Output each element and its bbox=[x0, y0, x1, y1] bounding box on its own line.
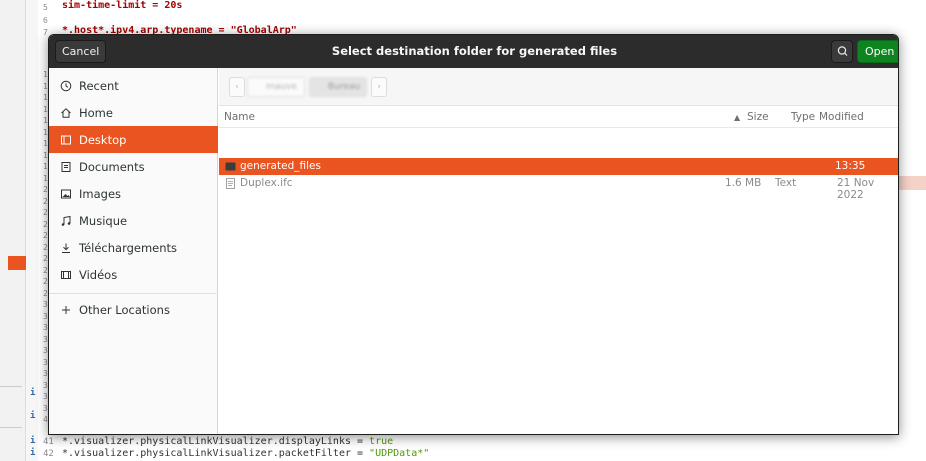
sidebar-item-videos[interactable]: Vidéos bbox=[49, 261, 218, 288]
sidebar-item-recent[interactable]: Recent bbox=[49, 72, 218, 99]
dialog-title: Select destination folder for generated … bbox=[331, 44, 618, 58]
line-number: 5 bbox=[43, 3, 48, 12]
line-number: 7 bbox=[43, 28, 48, 37]
path-segment-home[interactable]: mauve bbox=[247, 77, 305, 97]
open-button[interactable]: Open bbox=[857, 40, 898, 63]
sidebar-item-label: Other Locations bbox=[79, 302, 170, 317]
line-number: 42 bbox=[43, 449, 54, 459]
music-icon bbox=[60, 215, 72, 227]
folder-icon bbox=[225, 162, 236, 171]
column-size[interactable]: Size bbox=[747, 111, 769, 123]
file-name: generated_files bbox=[240, 160, 321, 172]
sort-ascending-icon: ▲ bbox=[734, 113, 741, 122]
info-marker-icon: i bbox=[30, 388, 36, 398]
sidebar-item-home[interactable]: Home bbox=[49, 99, 218, 126]
file-type: Text bbox=[775, 177, 797, 189]
sidebar-item-desktop[interactable]: Desktop bbox=[49, 126, 218, 153]
side-panel-controls bbox=[0, 386, 22, 428]
desktop-icon bbox=[60, 134, 72, 146]
code-line-41: *.visualizer.physicalLinkVisualizer.disp… bbox=[62, 436, 394, 447]
info-marker-icon: i bbox=[30, 448, 36, 458]
side-panel-marker bbox=[8, 256, 26, 270]
sidebar-item-label: Documents bbox=[79, 159, 145, 174]
editor-highlight-strip bbox=[896, 176, 926, 190]
search-icon bbox=[837, 46, 848, 56]
column-modified[interactable]: Modified bbox=[819, 111, 864, 123]
download-icon bbox=[60, 242, 72, 254]
column-headers: Name ▲ Size Type Modified bbox=[219, 106, 898, 128]
file-list-pane: ‹ mauve Bureau › Name ▲ Size Type Modifi… bbox=[219, 68, 898, 434]
code-line-42: *.visualizer.physicalLinkVisualizer.pack… bbox=[62, 448, 430, 459]
search-button[interactable] bbox=[831, 40, 853, 63]
document-icon bbox=[60, 161, 72, 173]
file-size: 1.6 MB bbox=[725, 177, 762, 189]
sidebar-item-label: Desktop bbox=[79, 132, 127, 147]
sidebar-item-label: Vidéos bbox=[79, 267, 118, 282]
sidebar-separator bbox=[49, 293, 218, 294]
sidebar-item-label: Home bbox=[79, 105, 113, 120]
file-chooser-dialog: Cancel Select destination folder for gen… bbox=[48, 34, 899, 435]
path-segment-current[interactable]: Bureau bbox=[309, 77, 367, 97]
sidebar-item-musique[interactable]: Musique bbox=[49, 207, 218, 234]
clock-icon bbox=[60, 80, 72, 92]
sidebar-item-label: Téléchargements bbox=[79, 240, 178, 255]
places-sidebar: Recent Home Desktop Documents Images Mus… bbox=[49, 68, 218, 434]
file-row-duplex[interactable]: Duplex.ifc 1.6 MB Text 21 Nov 2022 bbox=[219, 175, 898, 201]
image-icon bbox=[60, 188, 72, 200]
plus-icon bbox=[60, 304, 72, 316]
column-type[interactable]: Type bbox=[791, 111, 815, 123]
line-number: 41 bbox=[43, 437, 54, 447]
sidebar-item-telechargements[interactable]: Téléchargements bbox=[49, 234, 218, 261]
column-name[interactable]: Name bbox=[224, 111, 255, 123]
info-marker-icon: i bbox=[30, 411, 36, 421]
info-marker-icon: i bbox=[30, 436, 36, 446]
sidebar-item-documents[interactable]: Documents bbox=[49, 153, 218, 180]
path-back-button[interactable]: ‹ bbox=[229, 77, 245, 97]
sidebar-item-label: Musique bbox=[79, 213, 128, 228]
file-name: Duplex.ifc bbox=[240, 177, 293, 189]
path-bar: ‹ mauve Bureau › bbox=[219, 68, 898, 106]
path-forward-button[interactable]: › bbox=[371, 77, 387, 97]
cancel-button[interactable]: Cancel bbox=[55, 40, 107, 63]
file-row-generated-files[interactable]: generated_files 13:35 bbox=[219, 158, 898, 175]
code-line-5: sim-time-limit = 20s bbox=[62, 0, 183, 11]
sidebar-item-images[interactable]: Images bbox=[49, 180, 218, 207]
sidebar-item-label: Recent bbox=[79, 78, 119, 93]
sidebar-item-other-locations[interactable]: Other Locations bbox=[49, 296, 218, 323]
video-icon bbox=[60, 269, 72, 281]
dialog-header: Cancel Select destination folder for gen… bbox=[49, 35, 898, 68]
text-file-icon bbox=[226, 178, 235, 189]
line-number: 6 bbox=[43, 16, 48, 25]
file-modified: 21 Nov 2022 bbox=[837, 177, 875, 201]
sidebar-item-label: Images bbox=[79, 186, 122, 201]
file-modified: 13:35 bbox=[835, 160, 866, 172]
home-icon bbox=[60, 107, 72, 119]
